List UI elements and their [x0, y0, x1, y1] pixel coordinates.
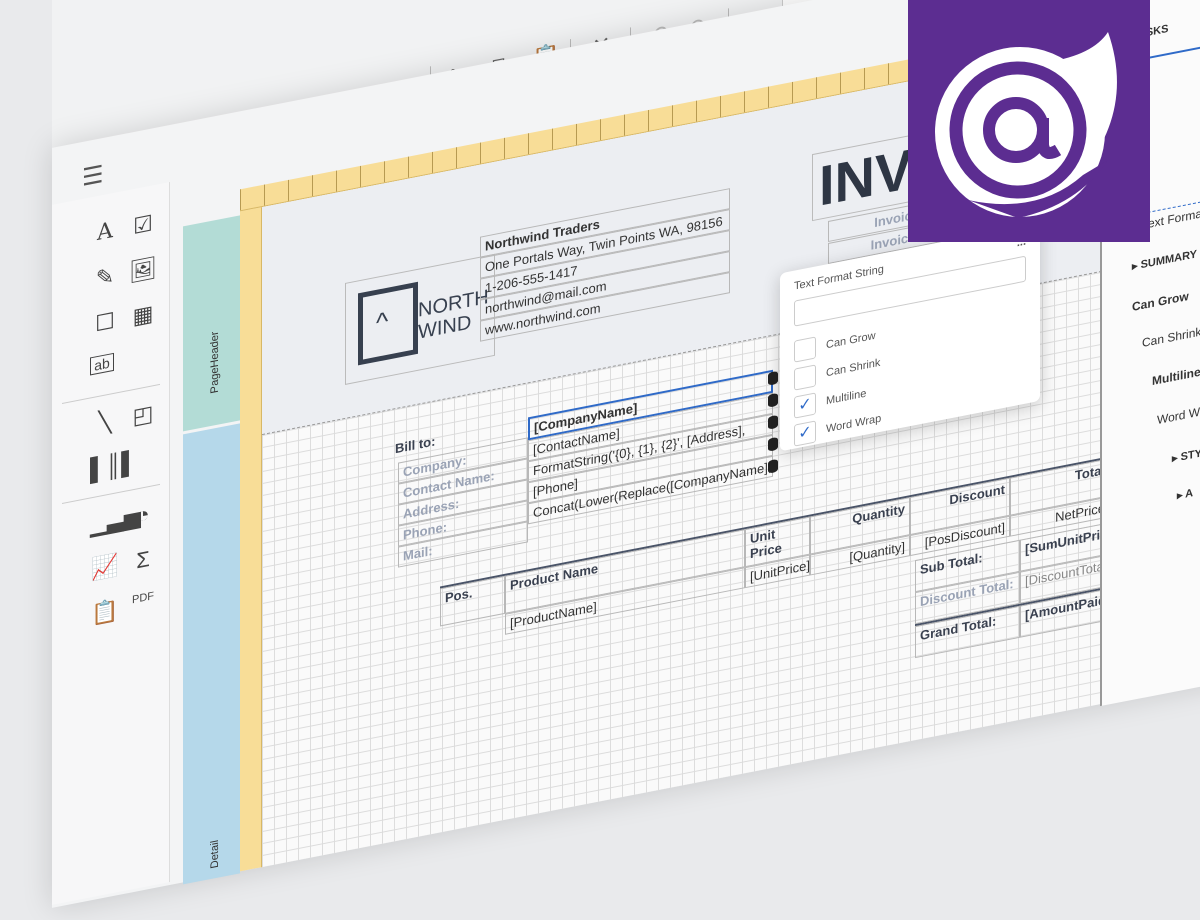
checkbox-label: Can Grow — [826, 329, 876, 352]
checkmark-icon: ✓ — [794, 420, 816, 447]
database-icon — [768, 370, 778, 386]
database-icon — [768, 458, 778, 474]
checkbox-label: Can Shrink — [826, 356, 881, 380]
band-label: PageHeader — [209, 330, 221, 395]
blazor-flame-icon — [935, 32, 1117, 218]
blazor-logo — [908, 0, 1150, 242]
chevron-up-icon: ^ — [376, 305, 389, 338]
checkbox-icon — [794, 364, 816, 391]
database-icon — [768, 392, 778, 408]
can-shrink-property[interactable]: Can Shrink — [1142, 324, 1200, 350]
band-label: Detail — [209, 838, 221, 870]
section-label: A — [1185, 487, 1194, 501]
can-grow-property[interactable]: Can Grow — [1132, 289, 1189, 314]
multiline-property[interactable]: Multiline — [1152, 365, 1200, 388]
hamburger-menu-icon[interactable]: ☰ — [82, 160, 104, 193]
band-page-header[interactable]: PageHeader — [183, 215, 240, 432]
database-icon — [768, 414, 778, 430]
summary-section[interactable]: ▸ SUMMARY — [1132, 247, 1197, 273]
checkbox-label: Word Wrap — [826, 412, 882, 436]
checkmark-icon: ✓ — [794, 392, 816, 419]
vertical-ruler — [240, 207, 262, 872]
word-wrap-property[interactable]: Word Wrap — [1157, 401, 1200, 427]
checkbox-icon — [794, 336, 816, 363]
binding-icons — [768, 370, 778, 474]
band-detail[interactable]: Detail — [183, 423, 240, 885]
section-label: STYLES — [1180, 443, 1200, 464]
checkbox-label: Multiline — [826, 387, 867, 408]
section-label: SUMMARY — [1140, 248, 1198, 272]
appearance-section[interactable]: ▸ A — [1177, 486, 1193, 502]
database-icon — [768, 436, 778, 452]
styles-section[interactable]: ▸ STYLES — [1172, 442, 1200, 465]
toolbox — [52, 181, 170, 905]
